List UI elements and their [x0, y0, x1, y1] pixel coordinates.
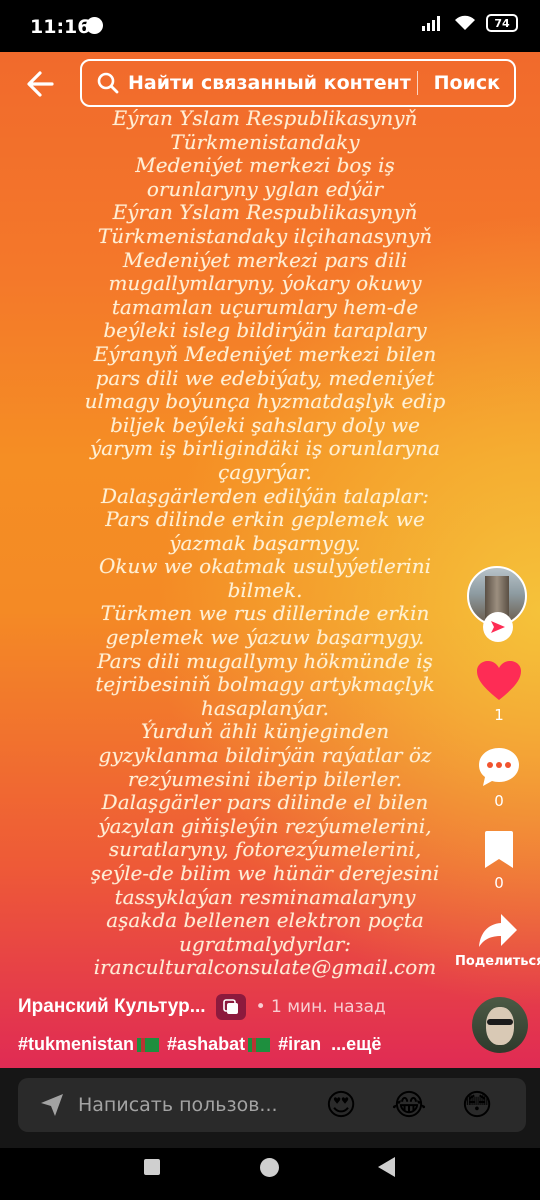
hashtag-row: #tukmenistan #ashabat #iran ...ещё [18, 1034, 381, 1055]
post-text-line: beýleki isleg bildirýän taraplary [103, 318, 427, 343]
post-text-line: mugallymlaryny, ýokary okuwy [108, 271, 422, 296]
search-icon [97, 72, 119, 94]
turkmenistan-flag-icon [248, 1038, 271, 1053]
search-button[interactable]: Поиск [418, 72, 514, 94]
system-nav-bar [0, 1148, 540, 1200]
hashtag-iran[interactable]: #iran [278, 1034, 321, 1055]
send-icon [491, 621, 505, 633]
post-text-line: Pars dilinde erkin gepleme​k we [105, 507, 425, 532]
post-text-line: gyzyklanma bildirýän raýatlar öz [98, 743, 432, 768]
laughing-emoji[interactable]: 😂 [390, 1086, 428, 1124]
post-text-line: çagyrýar. [218, 459, 312, 484]
comment-count: 0 [494, 792, 504, 810]
post-text-line: şeýle-de bilim we hünär derejesini [90, 861, 440, 885]
post-text-line: Türkmen we rus dillerinde erkin [100, 601, 430, 626]
post-text-line: tamamlan uçurumlary hem-de [111, 294, 419, 319]
post-text-line: Dalaşgärlerden edilýän talaplar: [100, 483, 430, 508]
post-text-line: bilmek. [227, 577, 303, 602]
recent-apps-button[interactable] [144, 1159, 160, 1175]
comment-placeholder: Написать пользов... [78, 1094, 278, 1116]
music-disc-avatar[interactable] [472, 997, 528, 1053]
post-text-line: Dalaşgärler pars dilinde el bilen [101, 790, 429, 815]
turkmenistan-flag-icon [137, 1038, 160, 1053]
post-text-line: Eýranyň Medeniýet merkezi bilen [93, 341, 437, 366]
post-text-line: ýazylan giňişleýin rezýumelerini, [98, 813, 432, 838]
comment-bar: Написать пользов... 😍 😂 😳 [0, 1068, 540, 1148]
post-text-line: biljek beýleki şahslary doly we [110, 412, 420, 437]
post-text-line: ugratmalydyrlar: [178, 931, 352, 956]
post-text-line: Medeniýet merkezi pars dili [122, 247, 408, 272]
post-text-line: Ýurduň ähli künjeginden [140, 719, 390, 744]
post-time: • 1 мин. назад [255, 997, 386, 1017]
hashtag-tukmenistan[interactable]: #tukmenistan [18, 1034, 160, 1055]
post-text-line: aşakda bellenen elektron poçta [106, 908, 424, 933]
post-text-line: Okuw we okatmak usulyýetlerini [98, 554, 432, 579]
heart-icon [477, 661, 521, 700]
post-text-line: pars dili we edebiýaty, medeniýet [95, 365, 435, 390]
post-text-line: Türkmenistandaky [170, 129, 360, 154]
post-text-line: Türkmenistandaky ilçihanasynyň [97, 223, 433, 248]
share-arrow-icon [478, 914, 517, 947]
copy-icon [215, 994, 246, 1020]
status-time: 11:16 [30, 16, 91, 38]
bookmark-count: 0 [494, 874, 504, 892]
post-text-line: Eýran Yslam Respublikasynyň [112, 200, 418, 225]
share-label: Поделиться [455, 954, 540, 969]
post-text-line: Eýran Yslam Respublikasynyň [112, 106, 418, 130]
hashtag-ashabat[interactable]: #ashabat [167, 1034, 271, 1055]
status-bar: 11:16 74 [0, 0, 540, 52]
back-button[interactable] [22, 66, 62, 102]
post-text-line: Pars dili mugallymy hökmünde iş [97, 648, 433, 673]
comment-button[interactable]: 0 [474, 746, 524, 810]
search-input[interactable]: Найти связанный контент [128, 72, 417, 94]
comment-input[interactable]: Написать пользов... 😍 😂 😳 [18, 1078, 526, 1132]
status-icons: 74 [422, 14, 518, 32]
bookmark-icon [485, 831, 513, 868]
search-bar[interactable]: Найти связанный контент Поиск [80, 59, 516, 107]
battery-icon: 74 [486, 14, 518, 32]
post-text-line: ýazmak başarnygy. [169, 530, 361, 555]
post-text-line: hasaplanýar. [201, 695, 329, 720]
wifi-icon [455, 15, 475, 30]
post-text-line: ýarym iş birligindäki iş orunlaryna [89, 436, 441, 461]
post-text-line: suratlaryny, fotorezýumelerini, [108, 837, 422, 862]
send-icon [41, 1094, 63, 1116]
post-text: Eýran Yslam Respublikasynyň Türkmenistand… [60, 106, 470, 980]
post-text-line: tejribesiniň bolmagy artykmaçlyk [95, 672, 435, 697]
post-text-line: rezýumesini iberip bilerler. [127, 766, 403, 791]
follow-button[interactable] [483, 612, 513, 642]
post-text-line: iranculturalconsulate@gmail.com [93, 955, 437, 980]
post-text-line: orunlaryny yglan edýär [146, 176, 384, 201]
bookmark-button[interactable]: 0 [474, 830, 524, 892]
home-button[interactable] [260, 1158, 279, 1177]
heart-eyes-emoji[interactable]: 😍 [322, 1086, 360, 1124]
author-row: Иранский Культур... • 1 мин. назад [18, 994, 386, 1020]
author-name[interactable]: Иранский Культур... [18, 996, 206, 1018]
back-arrow-icon [27, 71, 54, 97]
post-text-line: geplemek we ýazuw başarnygy. [105, 625, 425, 650]
like-count: 1 [494, 706, 504, 724]
share-button[interactable]: Поделиться [455, 912, 540, 969]
notification-icon [86, 17, 103, 34]
like-button[interactable]: 1 [474, 660, 524, 724]
comment-icon [479, 748, 519, 786]
flushed-emoji[interactable]: 😳 [458, 1086, 496, 1124]
signal-icon [422, 16, 440, 31]
post-text-line: Medeniýet merkezi boş iş [135, 153, 395, 178]
more-link[interactable]: ...ещё [331, 1034, 381, 1055]
system-back-button[interactable] [378, 1157, 395, 1177]
post-text-line: ulmagy boýunça hyzmatdaşlyk edip [84, 389, 446, 414]
post-text-line: tassyklaýan resminamalaryny [114, 884, 416, 909]
post-content[interactable]: Найти связанный контент Поиск Eýran Ysla… [0, 52, 540, 1068]
